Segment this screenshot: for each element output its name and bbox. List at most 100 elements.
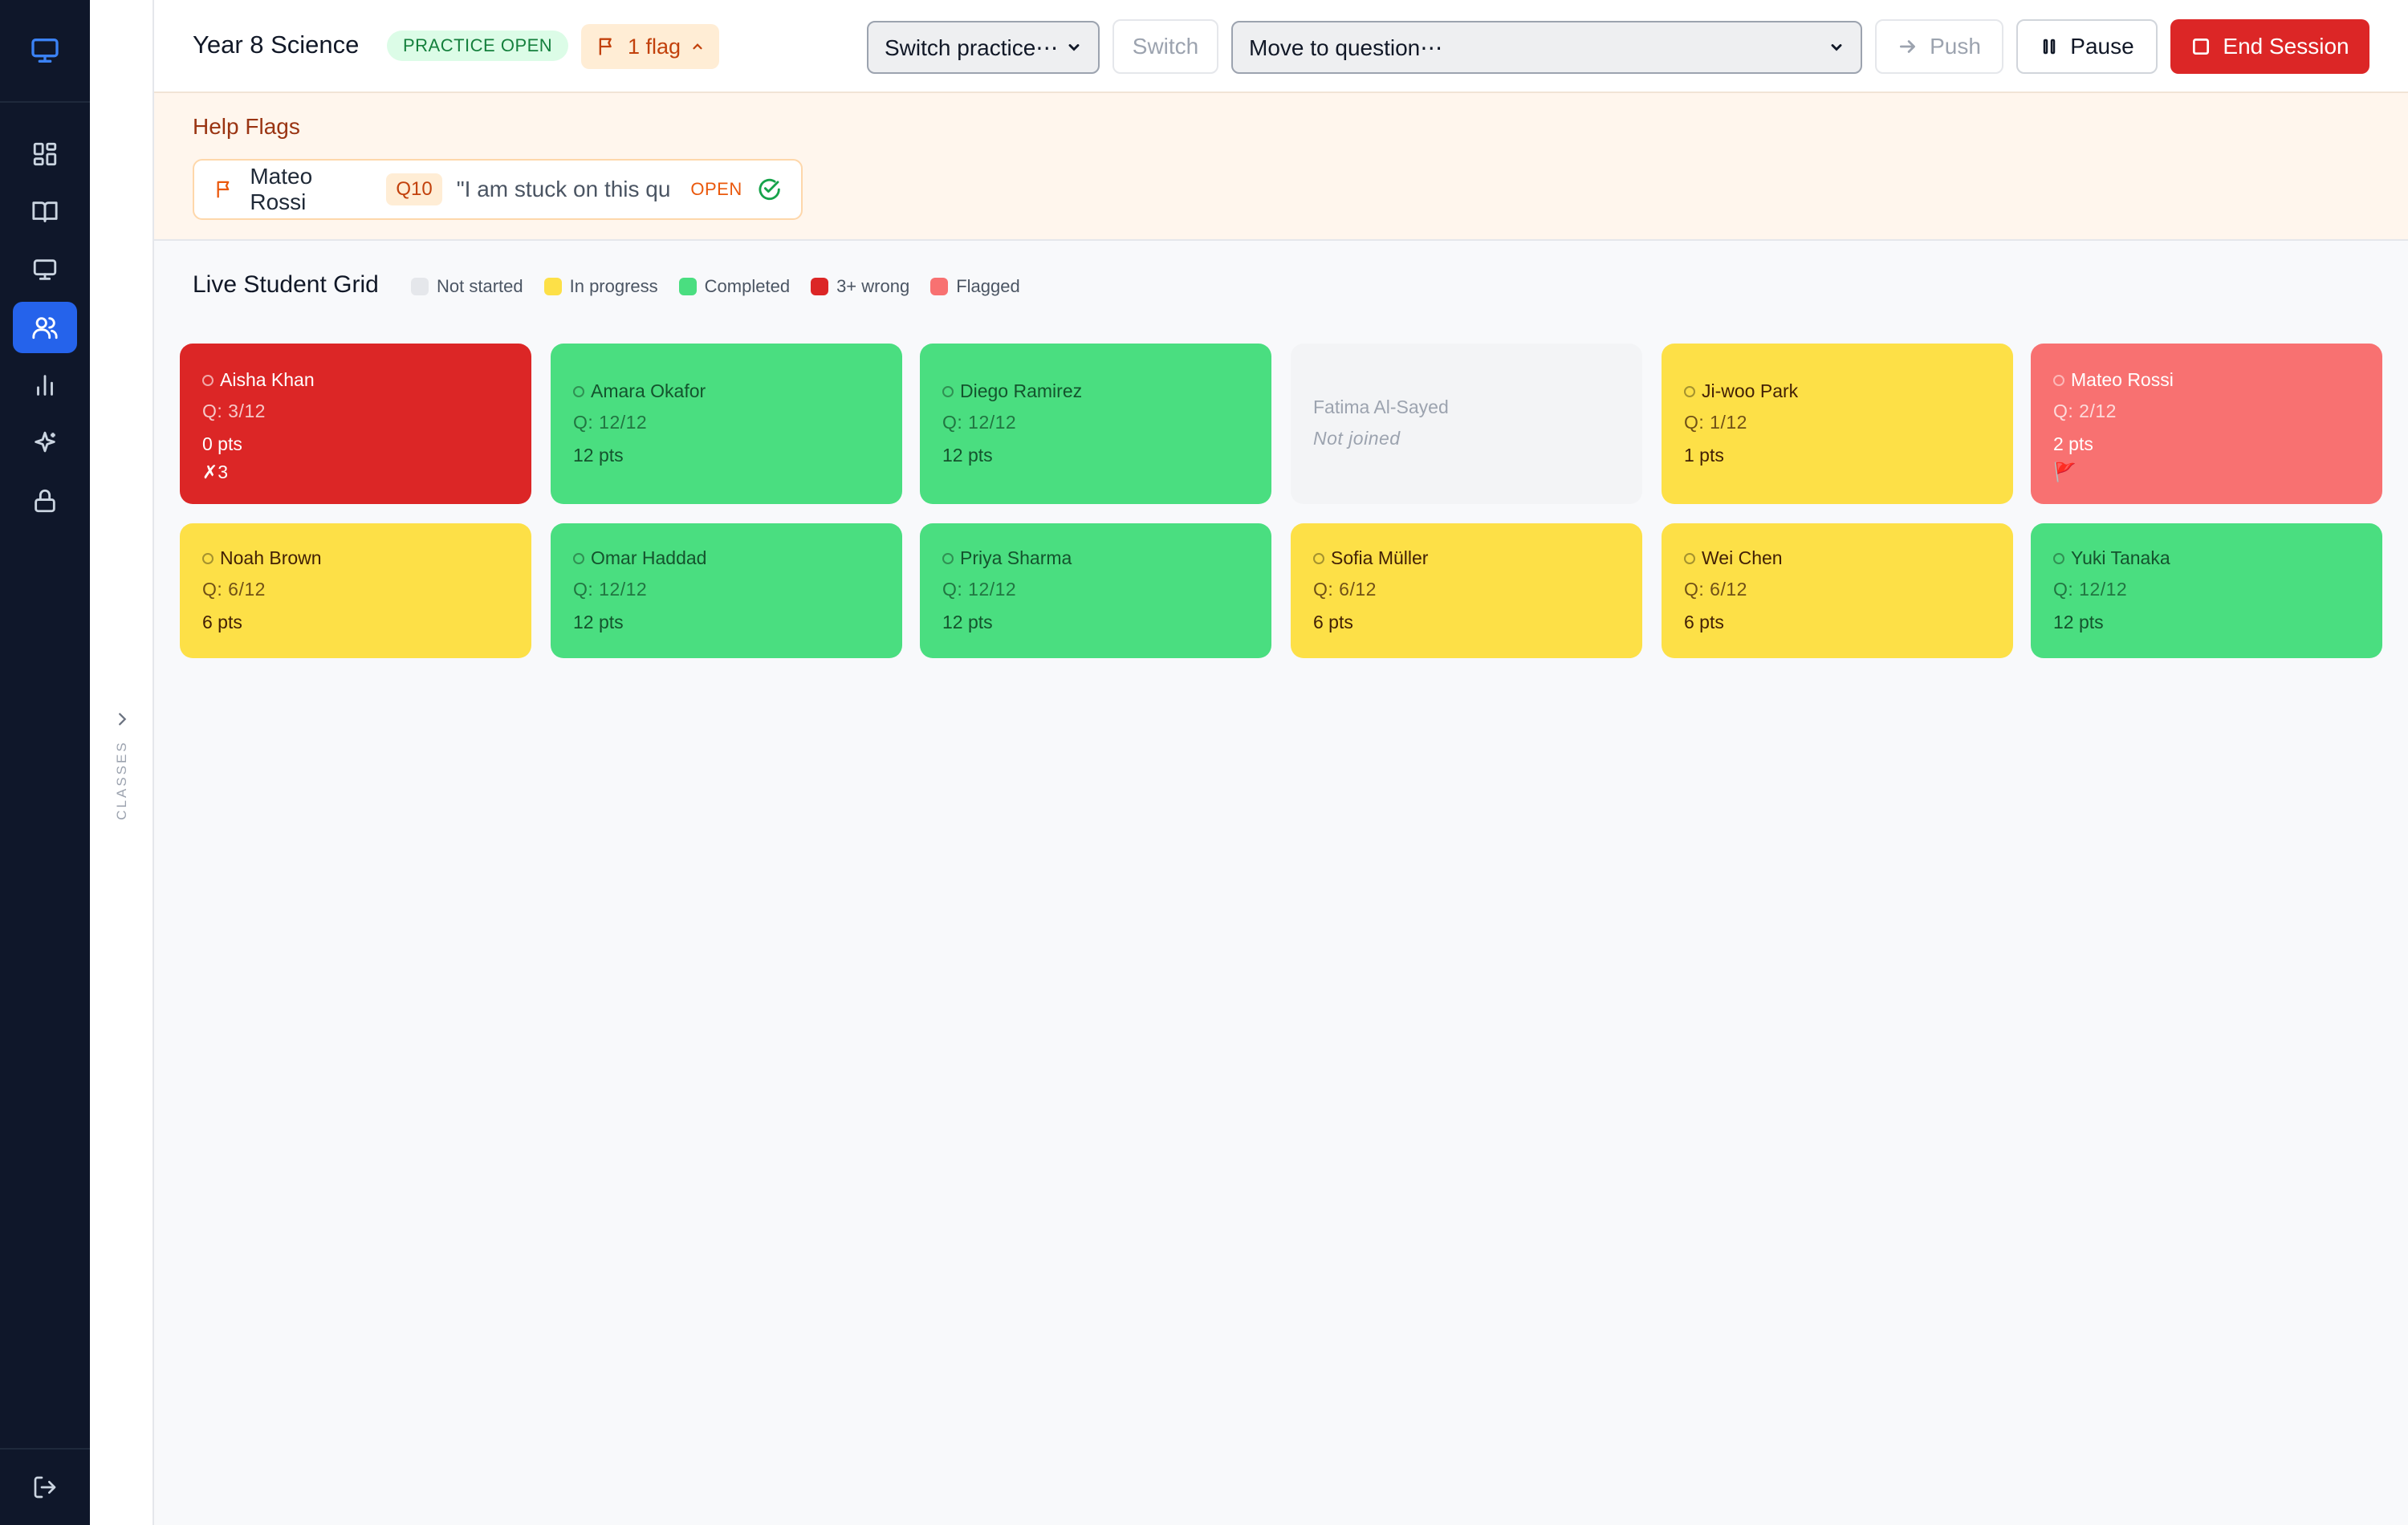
- student-name: Yuki Tanaka: [2071, 547, 2170, 568]
- users-icon[interactable]: [13, 302, 77, 353]
- chevron-down-icon: [1831, 44, 1842, 51]
- student-name: Wei Chen: [1702, 547, 1783, 568]
- student-name: Aisha Khan: [220, 369, 315, 390]
- push-button[interactable]: Push: [1875, 19, 2003, 74]
- flag-message: "I am stuck on this question about the w…: [456, 177, 670, 201]
- status-dot-icon: [573, 385, 584, 397]
- legend-swatch: [543, 278, 562, 295]
- book-icon[interactable]: [13, 186, 77, 238]
- logout-icon[interactable]: [0, 1448, 90, 1525]
- chevron-right-icon[interactable]: [111, 708, 133, 730]
- student-name: Amara Okafor: [591, 380, 706, 401]
- student-progress: Not joined: [1313, 428, 1401, 449]
- student-name: Ji-woo Park: [1702, 380, 1799, 401]
- student-card[interactable]: Wei Chen Q: 6/12 6 pts: [1662, 523, 2013, 658]
- flag-count-label: 1 flag: [628, 34, 681, 59]
- legend-item: Flagged: [930, 276, 1020, 297]
- student-card[interactable]: Aisha Khan Q: 3/12 0 pts ✗3: [180, 344, 531, 504]
- status-dot-icon: [1684, 552, 1695, 564]
- wrong-count: ✗3: [202, 462, 229, 482]
- flag-status: OPEN: [690, 179, 742, 199]
- arrow-right-icon: [1900, 40, 1916, 53]
- student-points: 0 pts: [202, 433, 242, 454]
- move-to-question-value: Move to question⋯: [1249, 35, 1443, 60]
- student-progress: Q: 12/12: [2053, 579, 2128, 600]
- student-points: 12 pts: [2053, 612, 2104, 632]
- student-points: 12 pts: [573, 612, 624, 632]
- status-dot-icon: [2053, 374, 2064, 386]
- icon-rail: [0, 0, 90, 1525]
- student-card[interactable]: Fatima Al-Sayed Not joined: [1291, 344, 1642, 504]
- status-dot-icon: [1313, 552, 1324, 564]
- classes-label: CLASSES: [114, 740, 129, 820]
- student-name: Omar Haddad: [591, 547, 707, 568]
- status-dot-icon: [942, 385, 954, 397]
- student-card[interactable]: Omar Haddad Q: 12/12 12 pts: [551, 523, 902, 658]
- student-card[interactable]: Noah Brown Q: 6/12 6 pts: [180, 523, 531, 658]
- bar-chart-icon[interactable]: [13, 360, 77, 411]
- grid-legend: Not started In progress Completed 3+ wro…: [411, 276, 1020, 297]
- student-name: Mateo Rossi: [2071, 369, 2174, 390]
- pause-button[interactable]: Pause: [2016, 19, 2158, 74]
- flag-icon: [217, 181, 230, 198]
- flag-question-tag: Q10: [386, 173, 442, 205]
- pause-button-label: Pause: [2070, 34, 2134, 59]
- monitor-logo-icon[interactable]: [0, 0, 90, 103]
- end-session-button-label: End Session: [2223, 34, 2349, 59]
- student-progress: Q: 3/12: [202, 401, 266, 421]
- monitor-icon[interactable]: [13, 244, 77, 295]
- help-flags-panel: Help Flags Mateo Rossi Q10 "I am stuck o…: [154, 93, 2408, 241]
- status-badge: PRACTICE OPEN: [387, 31, 569, 61]
- student-progress: Q: 6/12: [202, 579, 266, 600]
- student-name: Priya Sharma: [960, 547, 1072, 568]
- flag-count-button[interactable]: 1 flag: [581, 24, 720, 69]
- student-name: Sofia Müller: [1331, 547, 1429, 568]
- student-card[interactable]: Yuki Tanaka Q: 12/12 12 pts: [2031, 523, 2382, 658]
- legend-item: In progress: [543, 276, 658, 297]
- student-card[interactable]: Priya Sharma Q: 12/12 12 pts: [920, 523, 1271, 658]
- student-progress: Q: 1/12: [1684, 412, 1747, 433]
- student-card[interactable]: Ji-woo Park Q: 1/12 1 pts: [1662, 344, 2013, 504]
- move-to-question-select[interactable]: Move to question⋯: [1231, 21, 1862, 74]
- switch-button[interactable]: Switch: [1112, 19, 1218, 74]
- help-flag-item[interactable]: Mateo Rossi Q10 "I am stuck on this ques…: [193, 159, 803, 220]
- student-card[interactable]: Mateo Rossi Q: 2/12 2 pts 🚩: [2031, 344, 2382, 504]
- student-points: 6 pts: [202, 612, 242, 632]
- session-header: Year 8 Science PRACTICE OPEN 1 flag Swit…: [154, 0, 2408, 93]
- chevron-up-icon: [693, 43, 702, 50]
- classes-panel: CLASSES: [90, 0, 154, 1525]
- student-card[interactable]: Sofia Müller Q: 6/12 6 pts: [1291, 523, 1642, 658]
- student-points: 2 pts: [2053, 433, 2093, 454]
- legend-swatch: [930, 278, 949, 295]
- legend-item: Completed: [678, 276, 790, 297]
- student-points: 6 pts: [1313, 612, 1353, 632]
- switch-practice-select[interactable]: Switch practice⋯: [867, 21, 1100, 74]
- student-card[interactable]: Diego Ramirez Q: 12/12 12 pts: [920, 344, 1271, 504]
- status-dot-icon: [2053, 552, 2064, 564]
- switch-practice-value: Switch practice⋯: [885, 35, 1059, 60]
- dashboard-icon[interactable]: [13, 128, 77, 180]
- pause-icon: [2044, 39, 2056, 55]
- student-card[interactable]: Amara Okafor Q: 12/12 12 pts: [551, 344, 902, 504]
- push-button-label: Push: [1930, 34, 1981, 59]
- end-session-button[interactable]: End Session: [2170, 19, 2369, 74]
- legend-item: 3+ wrong: [811, 276, 909, 297]
- legend-label: In progress: [569, 276, 658, 296]
- student-progress: Q: 12/12: [942, 412, 1017, 433]
- legend-label: Flagged: [956, 276, 1020, 296]
- legend-swatch: [411, 278, 429, 295]
- flag-icon: [599, 38, 612, 55]
- student-points: 12 pts: [573, 445, 624, 466]
- resolve-check-icon[interactable]: [757, 177, 782, 202]
- student-progress: Q: 12/12: [573, 412, 648, 433]
- chevron-down-icon: [1068, 44, 1080, 51]
- legend-swatch: [678, 278, 697, 295]
- sparkles-icon[interactable]: [13, 417, 77, 469]
- student-points: 12 pts: [942, 445, 993, 466]
- switch-button-label: Switch: [1132, 34, 1199, 59]
- status-dot-icon: [573, 552, 584, 564]
- red-flag-icon: 🚩: [2053, 462, 2076, 482]
- lock-icon[interactable]: [13, 475, 77, 527]
- legend-label: 3+ wrong: [836, 276, 910, 296]
- student-progress: Q: 6/12: [1684, 579, 1747, 600]
